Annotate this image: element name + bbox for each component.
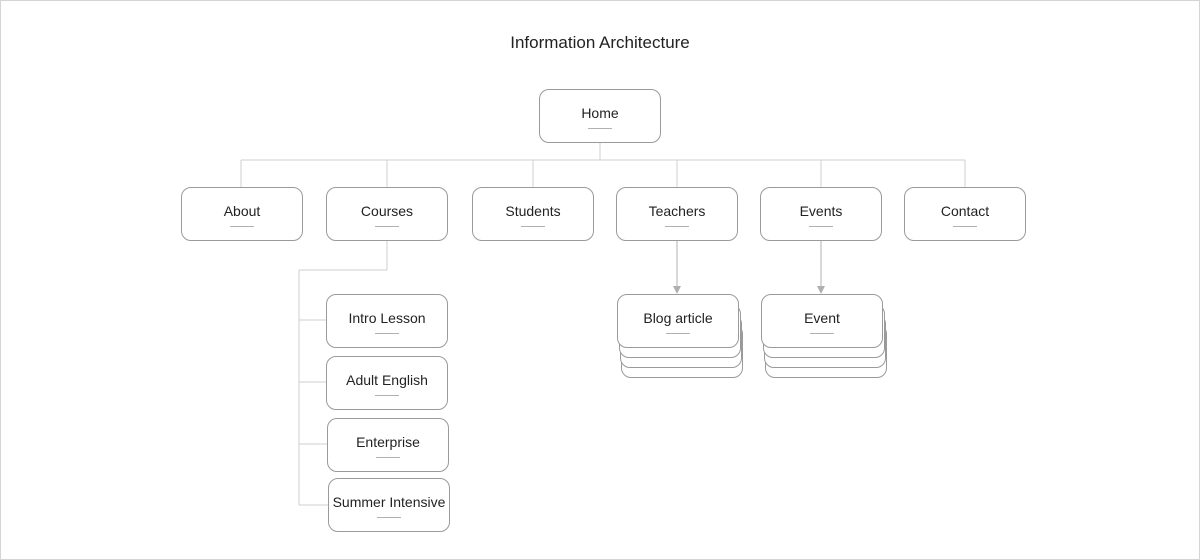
node-about[interactable]: About <box>181 187 303 241</box>
node-contact-label: Contact <box>940 202 990 219</box>
node-blog-article-label: Blog article <box>643 309 713 326</box>
node-underline <box>230 225 254 227</box>
node-underline <box>375 225 399 227</box>
node-underline <box>809 225 833 227</box>
node-students[interactable]: Students <box>472 187 594 241</box>
node-contact[interactable]: Contact <box>904 187 1026 241</box>
node-home-label: Home <box>581 104 619 121</box>
node-enterprise[interactable]: Enterprise <box>327 418 449 472</box>
node-courses-label: Courses <box>360 202 414 219</box>
node-summer-intensive[interactable]: Summer Intensive <box>328 478 450 532</box>
node-enterprise-label: Enterprise <box>356 433 420 450</box>
node-adult-english-label: Adult English <box>346 371 428 388</box>
node-event-label: Event <box>804 309 840 326</box>
node-underline <box>377 516 401 518</box>
connector-lines <box>240 143 966 506</box>
node-underline <box>953 225 977 227</box>
node-underline <box>375 394 399 396</box>
node-underline <box>375 332 399 334</box>
node-teachers[interactable]: Teachers <box>616 187 738 241</box>
node-summer-intensive-label: Summer Intensive <box>332 493 446 510</box>
node-blog-article[interactable]: Blog article <box>617 294 739 348</box>
node-intro-lesson-label: Intro Lesson <box>348 309 426 326</box>
node-underline <box>810 332 834 334</box>
node-adult-english[interactable]: Adult English <box>326 356 448 410</box>
node-events[interactable]: Events <box>760 187 882 241</box>
node-underline <box>521 225 545 227</box>
node-courses[interactable]: Courses <box>326 187 448 241</box>
node-underline <box>665 225 689 227</box>
node-underline <box>376 456 400 458</box>
node-underline <box>666 332 690 334</box>
node-event[interactable]: Event <box>761 294 883 348</box>
node-underline <box>588 127 612 129</box>
node-home[interactable]: Home <box>539 89 661 143</box>
node-about-label: About <box>223 202 261 219</box>
node-teachers-label: Teachers <box>648 202 706 219</box>
node-students-label: Students <box>505 202 561 219</box>
node-intro-lesson[interactable]: Intro Lesson <box>326 294 448 348</box>
node-events-label: Events <box>799 202 843 219</box>
